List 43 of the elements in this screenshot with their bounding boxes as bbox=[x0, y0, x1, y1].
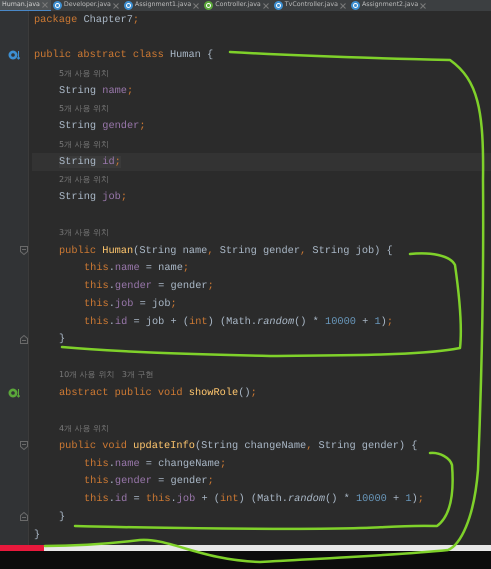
code-line: abstract public void showRole(); bbox=[59, 386, 257, 399]
file-type-icon bbox=[124, 1, 133, 10]
file-type-icon bbox=[274, 1, 283, 10]
code-line: this.id = this.job + (int) (Math.random() * 10000 + 1); bbox=[84, 493, 424, 506]
code-line: String name; bbox=[59, 84, 134, 97]
close-icon[interactable] bbox=[193, 2, 200, 8]
close-icon[interactable] bbox=[42, 2, 48, 8]
implemented-icon[interactable] bbox=[8, 50, 20, 60]
usage-hint[interactable]: 4개 사용 위치 bbox=[59, 422, 110, 434]
close-icon[interactable] bbox=[112, 2, 119, 8]
code-line: this.name = changeName; bbox=[84, 458, 226, 470]
code-line: this.gender = gender; bbox=[84, 475, 214, 488]
code-line: public void updateInfo(String changeName, String gender) { bbox=[59, 440, 418, 452]
code-line: String gender; bbox=[59, 120, 146, 132]
code-line: this.id = job + (int) (Math.random() * 10000 + 1); bbox=[84, 316, 394, 328]
code-line: } bbox=[34, 528, 40, 541]
fold-icon[interactable] bbox=[20, 246, 28, 256]
video-progress-bar[interactable] bbox=[0, 545, 491, 551]
code-line: package Chapter7; bbox=[34, 14, 140, 26]
close-icon[interactable] bbox=[420, 2, 426, 8]
code-line: } bbox=[59, 510, 66, 523]
code-line: String job; bbox=[59, 191, 127, 204]
code-line: this.job = job; bbox=[84, 298, 177, 310]
usage-hint[interactable]: 5개 사용 위치 bbox=[59, 103, 110, 114]
usage-hint[interactable]: 5개 사용 위치 bbox=[59, 138, 110, 150]
code-line: this.gender = gender; bbox=[84, 280, 214, 292]
file-type-icon bbox=[204, 1, 214, 10]
usage-hint[interactable]: 2개 사용 위치 bbox=[59, 174, 110, 186]
fold-icon[interactable] bbox=[20, 441, 28, 450]
usage-hint[interactable]: 10개 사용 위치 3개 구현 bbox=[59, 369, 154, 380]
fold-icon[interactable] bbox=[20, 334, 28, 344]
code-line: public Human(String name, String gender, String job) { bbox=[59, 244, 393, 257]
file-type-icon bbox=[52, 1, 62, 10]
fold-icon[interactable] bbox=[20, 512, 28, 522]
code-line: public abstract class Human { bbox=[34, 49, 214, 62]
close-icon[interactable] bbox=[340, 2, 346, 8]
implementing-icon[interactable] bbox=[8, 388, 20, 398]
file-type-icon bbox=[350, 1, 360, 10]
code-line: this.name = name; bbox=[84, 262, 190, 274]
code-line: } bbox=[59, 333, 66, 346]
usage-hint[interactable]: 5개 사용 위치 bbox=[59, 68, 110, 79]
usage-hint[interactable]: 3개 사용 위치 bbox=[59, 227, 110, 238]
close-icon[interactable] bbox=[262, 2, 269, 8]
